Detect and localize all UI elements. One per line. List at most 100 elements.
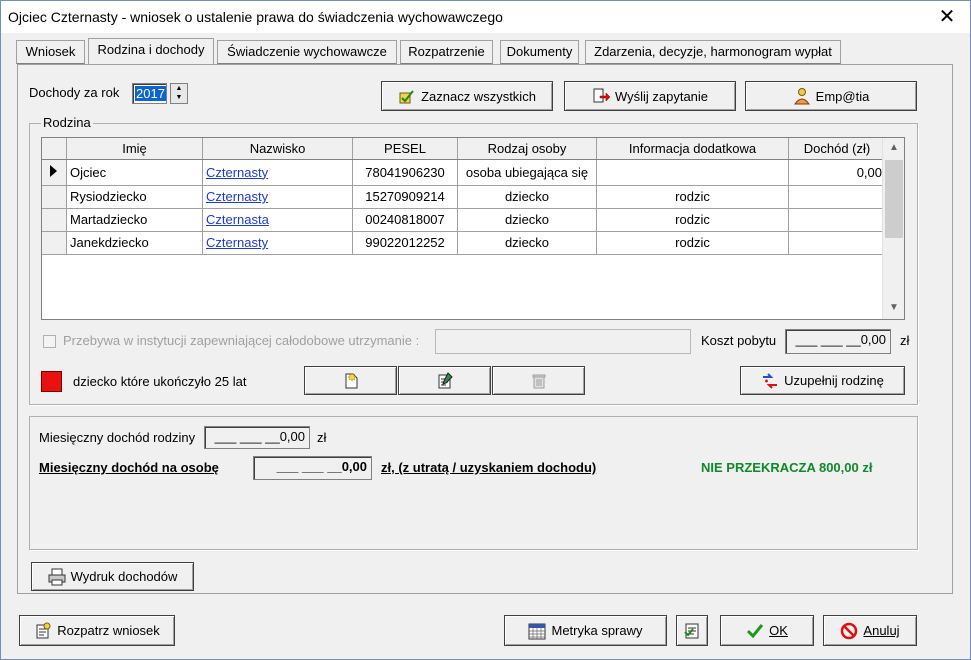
dialog-window: Ojciec Czternasty - wniosek o ustalenie … (0, 0, 971, 660)
cell-dochod[interactable] (788, 208, 886, 232)
print-income-label: Wydruk dochodów (70, 569, 178, 584)
monthly-family-income-unit: zł (317, 430, 327, 445)
scroll-down-icon[interactable]: ▼ (883, 302, 904, 313)
tab-dokumenty[interactable]: Dokumenty (500, 40, 579, 64)
close-button[interactable]: ✕ (924, 1, 970, 33)
spin-down-icon[interactable]: ▼ (171, 93, 187, 102)
tab-wniosek[interactable]: Wniosek (16, 40, 85, 64)
cost-label: Koszt pobytu (701, 333, 777, 348)
cell-info[interactable]: rodzic (596, 185, 789, 209)
printer-icon (48, 568, 66, 585)
row-selector[interactable] (42, 231, 67, 255)
cell-imie[interactable]: Martadziecko (66, 208, 203, 232)
select-all-icon (399, 90, 414, 104)
column-header-pesel[interactable]: PESEL (352, 138, 458, 160)
cell-pesel[interactable]: 00240818007 (352, 208, 458, 232)
cell-nazwisko-link[interactable]: Czternasta (202, 208, 353, 232)
family-table: Imię Nazwisko PESEL Rodzaj osoby Informa… (42, 138, 886, 255)
family-grid[interactable]: Imię Nazwisko PESEL Rodzaj osoby Informa… (41, 137, 905, 320)
column-header-informacja[interactable]: Informacja dodatkowa (596, 138, 789, 160)
column-header-nazwisko[interactable]: Nazwisko (202, 138, 353, 160)
document-action-button[interactable] (676, 615, 708, 646)
grid-vertical-scrollbar[interactable]: ▲ ▼ (882, 138, 904, 319)
table-row[interactable]: Ojciec Czternasty 78041906230 osoba ubie… (42, 159, 886, 186)
cost-unit: zł (900, 333, 910, 348)
spin-up-icon[interactable]: ▲ (171, 84, 187, 93)
cell-dochod[interactable] (788, 231, 886, 255)
institution-checkbox[interactable] (43, 335, 56, 348)
tab-swiadczenie-wychowawcze[interactable]: Świadczenie wychowawcze (217, 40, 397, 64)
cell-pesel[interactable]: 15270909214 (352, 185, 458, 209)
table-row[interactable]: Janekdziecko Czternasty 99022012252 dzie… (42, 231, 886, 255)
cell-nazwisko-link[interactable]: Czternasty (202, 159, 353, 186)
income-year-label: Dochody za rok (29, 85, 120, 100)
cell-rodzaj[interactable]: osoba ubiegająca się (457, 159, 597, 186)
per-person-income-field[interactable]: ___ ___ __0,00 (253, 456, 372, 480)
send-query-button[interactable]: Wyślij zapytanie (564, 81, 736, 111)
income-year-input[interactable]: 2017 (132, 83, 167, 104)
print-income-button[interactable]: Wydruk dochodów (31, 562, 194, 591)
cost-field[interactable]: ___ ___ __0,00 (785, 329, 891, 354)
institution-name-field[interactable] (435, 329, 691, 354)
row-selector[interactable] (42, 185, 67, 209)
cell-imie[interactable]: Janekdziecko (66, 231, 203, 255)
new-document-icon (345, 371, 357, 388)
tab-rozpatrzenie[interactable]: Rozpatrzenie (400, 40, 493, 64)
per-person-income-label: Miesięczny dochód na osobę (39, 460, 219, 475)
cell-rodzaj[interactable]: dziecko (457, 208, 597, 232)
examine-application-button[interactable]: Rozpatrz wniosek (19, 615, 175, 646)
empatia-button[interactable]: Emp@tia (745, 81, 917, 111)
income-year-spinner[interactable]: ▲ ▼ (170, 83, 188, 104)
cell-info[interactable]: rodzic (596, 208, 789, 232)
select-all-label: Zaznacz wszystkich (421, 88, 536, 104)
row-selector[interactable] (42, 208, 67, 232)
send-query-icon (593, 88, 610, 103)
tab-zdarzenia[interactable]: Zdarzenia, decyzje, harmonogram wypłat (585, 40, 841, 64)
delete-member-button[interactable] (492, 366, 585, 395)
title-bar: Ojciec Czternasty - wniosek o ustalenie … (1, 1, 970, 33)
column-header-dochod[interactable]: Dochód (zł) (788, 138, 886, 160)
row-selector-header (42, 138, 67, 160)
cell-info[interactable]: rodzic (596, 231, 789, 255)
family-arrows-icon (763, 372, 778, 389)
monthly-family-income-label: Miesięczny dochód rodziny (39, 430, 196, 445)
column-header-imie[interactable]: Imię (66, 138, 203, 160)
cell-nazwisko-link[interactable]: Czternasty (202, 185, 353, 209)
cell-pesel[interactable]: 78041906230 (352, 159, 458, 186)
empatia-label: Emp@tia (815, 88, 870, 104)
ok-button[interactable]: OK (720, 615, 814, 646)
column-header-rodzaj-osoby[interactable]: Rodzaj osoby (457, 138, 597, 160)
cell-nazwisko-link[interactable]: Czternasty (202, 231, 353, 255)
cell-imie[interactable]: Rysiodziecko (66, 185, 203, 209)
per-person-income-suffix: zł, (z utratą / uzyskaniem dochodu) (381, 460, 597, 475)
income-year-value: 2017 (135, 86, 166, 101)
current-row-arrow-icon (42, 159, 67, 186)
cell-imie[interactable]: Ojciec (66, 159, 203, 186)
cancel-button[interactable]: Anuluj (823, 615, 917, 646)
case-metrics-button[interactable]: Metryka sprawy (504, 615, 667, 646)
institution-label: Przebywa w instytucji zapewniającej cało… (63, 333, 420, 348)
monthly-family-income-field[interactable]: ___ ___ __0,00 (204, 426, 310, 449)
scrollbar-thumb[interactable] (885, 160, 903, 238)
complete-family-label: Uzupełnij rodzinę (784, 373, 884, 388)
cell-rodzaj[interactable]: dziecko (457, 231, 597, 255)
table-row[interactable]: Martadziecko Czternasta 00240818007 dzie… (42, 208, 886, 232)
cell-pesel[interactable]: 99022012252 (352, 231, 458, 255)
complete-family-button[interactable]: Uzupełnij rodzinę (740, 366, 905, 395)
cell-dochod[interactable]: 0,00 (788, 159, 886, 186)
select-all-button[interactable]: Zaznacz wszystkich (381, 81, 553, 111)
tab-rodzina-i-dochody[interactable]: Rodzina i dochody (88, 38, 214, 65)
table-row[interactable]: Rysiodziecko Czternasty 15270909214 dzie… (42, 185, 886, 209)
cell-info[interactable] (596, 159, 789, 186)
trash-icon (532, 374, 545, 388)
legend-color-swatch (41, 371, 62, 392)
add-member-button[interactable] (304, 366, 397, 395)
cell-rodzaj[interactable]: dziecko (457, 185, 597, 209)
cancel-label: Anuluj (863, 623, 900, 638)
cell-dochod[interactable] (788, 185, 886, 209)
edit-member-button[interactable] (398, 366, 491, 395)
checkmark-icon (747, 623, 764, 638)
family-group-title: Rodzina (41, 115, 93, 130)
cancel-icon (841, 622, 858, 639)
scroll-up-icon[interactable]: ▲ (883, 142, 904, 153)
